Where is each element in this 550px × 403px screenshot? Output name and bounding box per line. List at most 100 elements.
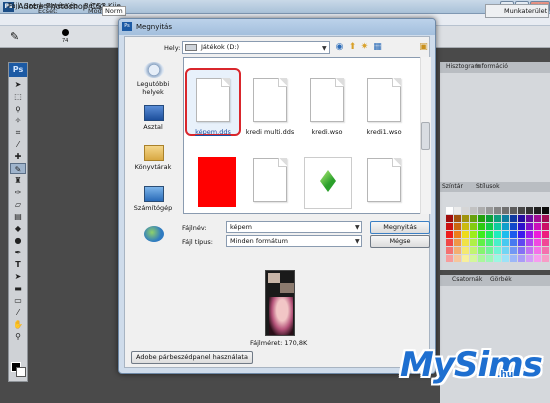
- color-swatch[interactable]: [494, 239, 501, 246]
- notes-tool-icon[interactable]: ▭: [10, 295, 26, 306]
- view-menu-icon[interactable]: ▦: [372, 42, 383, 53]
- color-swatch[interactable]: [526, 215, 533, 222]
- mode-select[interactable]: Norm: [102, 6, 126, 16]
- libraries-icon[interactable]: [144, 145, 164, 161]
- color-swatch[interactable]: [526, 223, 533, 230]
- color-swatch[interactable]: [446, 231, 453, 238]
- color-swatch[interactable]: [470, 207, 477, 214]
- color-swatch[interactable]: [446, 223, 453, 230]
- color-swatch[interactable]: [534, 247, 541, 254]
- location-select[interactable]: Játékok (D:): [182, 41, 330, 54]
- filename-input[interactable]: képem: [226, 221, 362, 233]
- open-button[interactable]: Megnyitás: [370, 221, 430, 234]
- new-folder-icon[interactable]: ✷: [359, 42, 370, 53]
- color-swatch[interactable]: [454, 239, 461, 246]
- color-swatch[interactable]: [518, 223, 525, 230]
- color-swatch[interactable]: [510, 239, 517, 246]
- dodge-tool-icon[interactable]: ●: [10, 235, 26, 246]
- filetype-select[interactable]: Minden formátum: [226, 235, 362, 247]
- color-swatch[interactable]: [510, 215, 517, 222]
- color-swatch[interactable]: [462, 223, 469, 230]
- lasso-tool-icon[interactable]: ϙ: [10, 103, 26, 114]
- color-swatch[interactable]: [470, 223, 477, 230]
- color-swatch[interactable]: [462, 247, 469, 254]
- color-swatch[interactable]: [454, 247, 461, 254]
- color-swatch[interactable]: [526, 247, 533, 254]
- color-swatch[interactable]: [534, 239, 541, 246]
- color-swatch[interactable]: [462, 231, 469, 238]
- color-swatch[interactable]: [470, 247, 477, 254]
- color-swatch[interactable]: [470, 215, 477, 222]
- color-swatch[interactable]: [486, 207, 493, 214]
- color-swatch[interactable]: [454, 231, 461, 238]
- color-swatch[interactable]: [502, 215, 509, 222]
- filetype-dropdown-arrow-icon[interactable]: ▼: [355, 238, 360, 245]
- color-swatch[interactable]: [510, 247, 517, 254]
- color-swatch[interactable]: [462, 207, 469, 214]
- color-swatch[interactable]: [470, 231, 477, 238]
- color-swatch[interactable]: [470, 239, 477, 246]
- tab-info[interactable]: Információ: [476, 63, 508, 70]
- tab-curves[interactable]: Görbék: [490, 276, 512, 283]
- color-swatch[interactable]: [462, 255, 469, 262]
- color-swatch[interactable]: [534, 255, 541, 262]
- color-swatch[interactable]: [494, 231, 501, 238]
- color-swatch[interactable]: [542, 223, 549, 230]
- tab-swatches[interactable]: Színtár: [442, 183, 463, 190]
- hand-tool-icon[interactable]: ✋: [10, 319, 26, 330]
- color-swatch[interactable]: [518, 231, 525, 238]
- color-swatch[interactable]: [494, 223, 501, 230]
- color-swatch[interactable]: [478, 255, 485, 262]
- color-swatch[interactable]: [502, 223, 509, 230]
- gradient-tool-icon[interactable]: ▤: [10, 211, 26, 222]
- color-swatch[interactable]: [526, 255, 533, 262]
- computer-icon[interactable]: [144, 186, 164, 202]
- magic-wand-tool-icon[interactable]: ✧: [10, 115, 26, 126]
- file-item-kredi1-wso[interactable]: kredi1.wso: [359, 70, 409, 155]
- color-swatch[interactable]: [518, 207, 525, 214]
- pen-tool-icon[interactable]: ✒: [10, 247, 26, 258]
- color-swatch[interactable]: [462, 215, 469, 222]
- color-swatch[interactable]: [454, 255, 461, 262]
- menu-file[interactable]: Fájl: [8, 2, 20, 10]
- color-swatch[interactable]: [518, 247, 525, 254]
- color-swatch[interactable]: [534, 207, 541, 214]
- blur-tool-icon[interactable]: ◆: [10, 223, 26, 234]
- color-swatch[interactable]: [542, 231, 549, 238]
- color-swatch[interactable]: [486, 247, 493, 254]
- tab-channels[interactable]: Csatornák: [452, 276, 482, 283]
- place-computer[interactable]: Számítógép: [128, 204, 178, 212]
- background-color-swatch[interactable]: [16, 367, 26, 377]
- eyedropper2-tool-icon[interactable]: ⁄: [10, 307, 26, 318]
- color-swatch[interactable]: [486, 255, 493, 262]
- color-swatch[interactable]: [478, 223, 485, 230]
- recent-places-icon[interactable]: [144, 62, 164, 78]
- color-swatch[interactable]: [502, 239, 509, 246]
- brush-preview-icon[interactable]: [62, 29, 69, 36]
- color-swatch[interactable]: [542, 255, 549, 262]
- desktop-icon[interactable]: [144, 105, 164, 121]
- menu-image[interactable]: Kép: [65, 2, 78, 10]
- use-adobe-dialog-button[interactable]: Adobe párbeszédpanel használata: [131, 351, 253, 364]
- color-swatch[interactable]: [486, 215, 493, 222]
- color-swatch[interactable]: [486, 231, 493, 238]
- filename-dropdown-arrow-icon[interactable]: ▼: [355, 224, 360, 231]
- color-swatch[interactable]: [526, 239, 533, 246]
- healing-tool-icon[interactable]: ✚: [10, 151, 26, 162]
- color-swatch[interactable]: [502, 255, 509, 262]
- path-select-tool-icon[interactable]: ➤: [10, 271, 26, 282]
- color-swatch[interactable]: [470, 255, 477, 262]
- workspace-button[interactable]: Munkaterület: [485, 4, 549, 18]
- color-swatch[interactable]: [462, 239, 469, 246]
- scrollbar-thumb[interactable]: [421, 122, 430, 150]
- place-recent[interactable]: Legutóbbi helyek: [128, 80, 178, 96]
- color-swatch[interactable]: [454, 207, 461, 214]
- color-swatch[interactable]: [534, 223, 541, 230]
- color-swatch[interactable]: [478, 207, 485, 214]
- type-tool-icon[interactable]: T: [10, 259, 26, 270]
- color-swatch[interactable]: [454, 215, 461, 222]
- crop-tool-icon[interactable]: ⌗: [10, 127, 26, 138]
- file-item-kredi-wso[interactable]: kredi.wso: [302, 70, 352, 155]
- file-item-kredi-multi[interactable]: kredi multi.dds: [245, 70, 295, 155]
- history-brush-tool-icon[interactable]: ✑: [10, 187, 26, 198]
